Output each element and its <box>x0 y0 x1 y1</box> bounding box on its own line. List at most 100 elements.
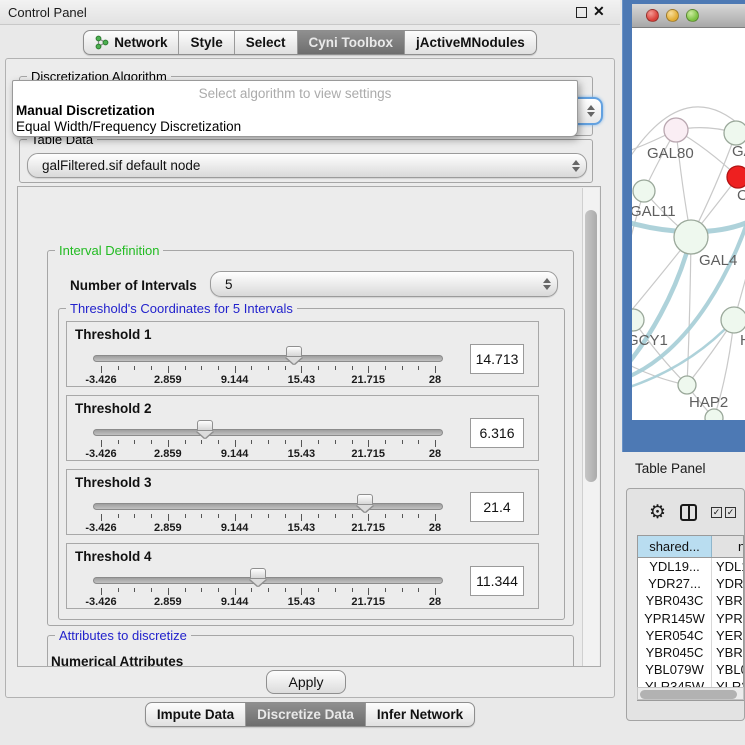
table-cell[interactable]: YBR0 <box>712 644 743 661</box>
network-node[interactable] <box>664 118 688 142</box>
close-traffic-light-icon[interactable] <box>646 9 659 22</box>
tab-impute-data[interactable]: Impute Data <box>146 703 245 726</box>
zoom-traffic-light-icon[interactable] <box>686 9 699 22</box>
network-node[interactable] <box>727 166 745 188</box>
tick-label: -3.426 <box>71 596 131 608</box>
table-data-combobox[interactable]: galFiltered.sif default node <box>27 153 587 178</box>
table-cell[interactable]: YBL079W <box>638 661 712 678</box>
threshold-4-value[interactable]: 11.344 <box>470 566 524 596</box>
tick-mark <box>318 588 319 592</box>
table-hscrollbar[interactable] <box>637 687 744 700</box>
tick-mark <box>418 366 419 370</box>
threshold-2-slider[interactable] <box>93 429 443 436</box>
tick-mark <box>268 366 269 370</box>
tab-label: Discretize Data <box>257 707 354 722</box>
network-node[interactable] <box>633 180 655 202</box>
table-cell[interactable]: YER0 <box>712 627 743 644</box>
tick-label: -3.426 <box>71 374 131 386</box>
option-equal-width-frequency[interactable]: Equal Width/Frequency Discretization <box>16 119 241 134</box>
tick-mark <box>218 514 219 518</box>
threshold-2-value[interactable]: 6.316 <box>470 418 524 448</box>
settings-scrollpane: Interval Definition Number of Intervals … <box>17 186 601 667</box>
tick-mark <box>402 588 403 592</box>
tick-label: 2.859 <box>138 522 198 534</box>
table-cell[interactable]: YDL1 <box>712 558 743 575</box>
tab-infer-network[interactable]: Infer Network <box>365 703 474 726</box>
threshold-1-value[interactable]: 14.713 <box>470 344 524 374</box>
table-row[interactable]: YBR043CYBR0 <box>638 592 743 609</box>
network-node[interactable] <box>632 309 644 331</box>
slider-handle[interactable] <box>286 346 302 357</box>
threshold-3-value[interactable]: 21.4 <box>470 492 524 522</box>
node-table[interactable]: shared... na YDL19...YDL1YDR27...YDR2YBR… <box>637 535 744 701</box>
network-canvas[interactable]: GAL80GACGAL11GAL4GCY1HHAP2 <box>632 28 745 420</box>
tick-mark <box>151 588 152 592</box>
network-edge[interactable] <box>687 237 691 385</box>
table-row[interactable]: YBL079WYBL0 <box>638 661 743 678</box>
column-header-shared-name[interactable]: shared... <box>638 536 712 557</box>
threshold-4-slider[interactable] <box>93 577 443 584</box>
table-cell[interactable]: YDR27... <box>638 575 712 592</box>
checkbox-icon[interactable]: ✓ <box>725 507 736 518</box>
tab-discretize-data[interactable]: Discretize Data <box>245 703 365 726</box>
close-icon[interactable]: ✕ <box>593 3 605 20</box>
table-cell[interactable]: YDR2 <box>712 575 743 592</box>
tick-label: 28 <box>405 596 465 608</box>
num-intervals-combobox[interactable]: 5 <box>210 271 558 297</box>
tick-mark <box>134 366 135 370</box>
scrollbar-thumb[interactable] <box>640 690 737 699</box>
tick-mark <box>435 366 436 373</box>
algorithm-dropdown-popup: Select algorithm to view settings Manual… <box>12 80 578 137</box>
network-node[interactable] <box>678 376 696 394</box>
network-window-titlebar[interactable] <box>632 4 745 28</box>
tab-cyni-toolbox[interactable]: Cyni Toolbox <box>297 31 405 54</box>
apply-button[interactable]: Apply <box>266 670 346 694</box>
float-window-icon[interactable] <box>576 7 587 18</box>
table-cell[interactable]: YBR045C <box>638 644 712 661</box>
slider-handle[interactable] <box>197 420 213 431</box>
columns-icon[interactable] <box>680 504 697 521</box>
threshold-1-slider[interactable] <box>93 355 443 362</box>
table-row[interactable]: YPR145WYPR1 <box>638 610 743 627</box>
slider-handle[interactable] <box>250 568 266 579</box>
table-row[interactable]: YDR27...YDR2 <box>638 575 743 592</box>
slider-tick-labels: -3.4262.8599.14415.4321.71528 <box>93 448 443 460</box>
tick-mark <box>301 366 302 373</box>
threshold-label: Threshold 2 <box>75 401 152 416</box>
table-cell[interactable]: YPR1 <box>712 610 743 627</box>
tick-label: 21.715 <box>338 374 398 386</box>
table-cell[interactable]: YBR043C <box>638 592 712 609</box>
minimize-traffic-light-icon[interactable] <box>666 9 679 22</box>
network-node[interactable] <box>724 121 745 145</box>
tick-mark <box>101 440 102 447</box>
tick-mark <box>235 588 236 595</box>
tab-select[interactable]: Select <box>234 31 297 54</box>
threshold-3-slider[interactable] <box>93 503 443 510</box>
scrollbar-thumb[interactable] <box>585 210 597 482</box>
slider-handle[interactable] <box>357 494 373 505</box>
network-edge-highlighted[interactable] <box>632 237 691 373</box>
gear-icon[interactable]: ⚙ <box>649 503 666 522</box>
table-cell[interactable]: YDL19... <box>638 558 712 575</box>
tick-mark <box>251 588 252 592</box>
tick-mark <box>335 440 336 444</box>
option-manual-discretization[interactable]: Manual Discretization <box>16 103 155 118</box>
table-row[interactable]: YER054CYER0 <box>638 627 743 644</box>
settings-scrollbar[interactable] <box>582 188 599 666</box>
tick-label: 15.43 <box>271 596 331 608</box>
table-cell[interactable]: YPR145W <box>638 610 712 627</box>
checkbox-icon[interactable]: ✓ <box>711 507 722 518</box>
table-cell[interactable]: YER054C <box>638 627 712 644</box>
column-header-name[interactable]: na <box>712 536 743 557</box>
tick-label: 28 <box>405 522 465 534</box>
tab-jactivemnodules[interactable]: jActiveMNodules <box>404 31 536 54</box>
network-node[interactable] <box>674 220 708 254</box>
table-row[interactable]: YBR045CYBR0 <box>638 644 743 661</box>
table-cell[interactable]: YBL0 <box>712 661 743 678</box>
tab-style[interactable]: Style <box>178 31 233 54</box>
table-row[interactable]: YDL19...YDL1 <box>638 558 743 575</box>
table-cell[interactable]: YBR0 <box>712 592 743 609</box>
tick-mark <box>418 514 419 518</box>
tab-network[interactable]: Network <box>84 31 178 54</box>
network-node[interactable] <box>721 307 745 333</box>
